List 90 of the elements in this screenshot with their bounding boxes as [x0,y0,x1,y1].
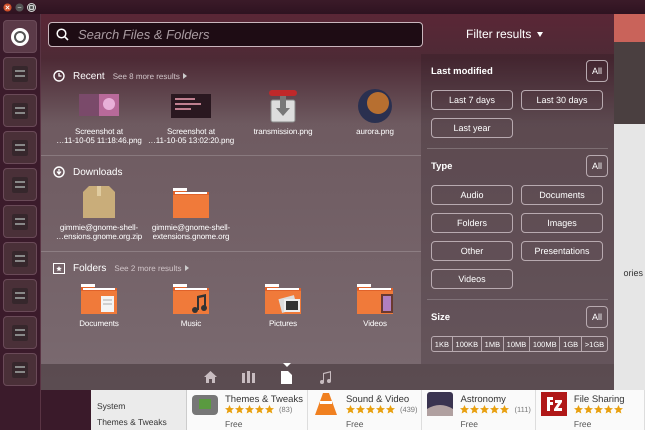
more-results-link[interactable]: See 8 more results [112,72,187,80]
filter-results-toggle[interactable]: Filter results [466,27,532,41]
star-icon [584,405,593,414]
home-icon[interactable] [204,371,217,383]
app-name[interactable]: File Sharing [574,394,640,405]
sphere-icon [355,88,395,124]
file-name[interactable]: Music [180,319,202,328]
filter-button[interactable]: Images [521,213,603,233]
file-name[interactable]: transmission.png [254,127,312,136]
file-name[interactable]: gimmie@gnome-shell- …ensions.gnome.org.zip [56,223,142,241]
star-icon [245,405,254,414]
filter-section-title: Size [431,312,450,322]
star-icon [386,405,395,414]
filter-section-title: Last modified [431,66,493,76]
night-sky-icon [426,391,454,417]
star-icon [490,405,500,414]
price: Free [225,419,244,429]
group-title: Downloads [73,166,122,178]
star-icon [470,405,480,414]
launcher-icon[interactable] [3,242,37,275]
star-icon [265,405,274,414]
star-icon [235,405,244,414]
star-icon [460,405,470,414]
filter-button[interactable]: Last 7 days [431,90,513,110]
filter-button[interactable]: Videos [431,269,513,289]
file-name[interactable]: Documents [79,319,119,328]
category-item[interactable]: Themes & Tweaks [91,414,186,430]
arrow-icon [182,73,187,79]
download-icon [53,166,65,178]
launcher-icon[interactable] [3,57,37,90]
launcher-icon[interactable] [3,205,37,238]
launcher-icon[interactable] [3,94,37,127]
music-note-icon[interactable] [318,370,330,384]
minimize-icon[interactable] [15,2,24,12]
clock-icon [53,70,65,82]
starred-folder-icon [53,262,65,274]
filter-button[interactable]: Audio [431,185,513,205]
launcher-icon[interactable] [3,353,37,386]
launcher-icon[interactable] [3,168,37,201]
all-button[interactable]: All [586,60,608,82]
filter-button[interactable]: Presentations [521,241,603,261]
file-name[interactable]: Screenshot at …11-10-05 13:02:20.png [148,127,234,145]
file-name[interactable]: Pictures [268,319,298,328]
dropdown-caret-icon [537,32,544,36]
category-item[interactable]: System [91,398,186,414]
applications-icon[interactable] [242,371,255,383]
star-icon [604,405,613,414]
all-button[interactable]: All [586,306,608,328]
app-name[interactable]: Astronomy [460,394,531,405]
file-name[interactable]: Videos [363,319,387,328]
price: Free [346,419,364,429]
app-name[interactable]: Themes & Tweaks [225,394,303,405]
filter-button[interactable]: Other [431,241,513,261]
close-icon[interactable] [3,2,12,12]
star-icon [480,405,490,414]
maximize-icon[interactable] [27,2,36,12]
file-icon[interactable] [281,370,292,384]
file-name[interactable]: aurora.png [356,127,394,136]
search-field[interactable]: Search Files & Folders [48,22,423,46]
star-icon [255,405,264,414]
filter-button[interactable]: Last 30 days [521,90,603,110]
launcher-icon[interactable] [3,316,37,349]
star-icon [356,405,365,414]
star-icon [376,405,385,414]
group-title: Folders [73,262,106,274]
filter-button[interactable]: Last year [431,118,513,138]
launcher-icon[interactable] [3,20,37,53]
star-icon [574,405,583,414]
star-icon [346,405,355,414]
app-name[interactable]: Sound & Video [346,394,418,405]
price: Free [574,419,592,429]
filter-button[interactable]: Folders [431,213,513,233]
group-title: Recent [73,70,105,82]
star-icon [594,405,603,414]
category-text: ories [623,268,644,278]
selected-marker-icon [282,363,290,367]
price: Free [460,419,479,429]
search-icon [56,28,69,40]
filter-button[interactable]: Documents [521,185,603,205]
star-icon [366,405,375,414]
launcher-icon[interactable] [3,279,37,312]
arrow-icon [184,265,188,271]
all-button[interactable]: All [586,155,608,177]
star-icon [614,405,623,414]
file-name[interactable]: Screenshot at …11-10-05 11:18:46.png [56,127,142,145]
filter-section-title: Type [431,160,452,172]
launcher-icon[interactable] [3,131,37,164]
star-icon [225,405,234,414]
file-name[interactable]: gimmie@gnome-shell- extensions.gnome.org [152,223,230,241]
star-icon [500,405,510,414]
